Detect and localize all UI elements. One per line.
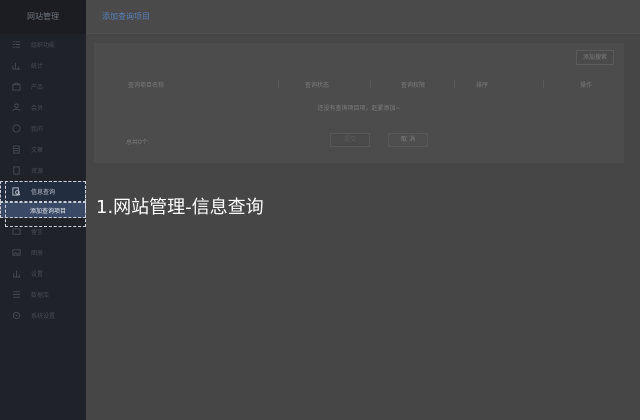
step-caption: 1.网站管理-信息查询 bbox=[96, 197, 264, 218]
sidebar-item-stats[interactable]: 统计 bbox=[0, 55, 86, 76]
file-icon bbox=[12, 166, 21, 175]
box-icon bbox=[12, 82, 21, 91]
column-header: 操作 bbox=[580, 82, 593, 89]
sidebar-item-gallery[interactable]: 图册 bbox=[0, 242, 86, 263]
sidebar-item-articles[interactable]: 文章 bbox=[0, 139, 86, 160]
page-title: 添加查询项目 bbox=[102, 12, 150, 21]
cancel-button[interactable]: 取 消 bbox=[388, 133, 428, 147]
sidebar: 网站管理 组织功能 统计 产品 会员 我的 文章 资源 信息查询 添加查询项目 … bbox=[0, 0, 86, 420]
sidebar-item-label: 设置 bbox=[31, 271, 44, 278]
sidebar-item-messages[interactable]: 留言 bbox=[0, 221, 86, 242]
list-icon bbox=[12, 40, 21, 49]
document-icon bbox=[12, 145, 21, 154]
column-header: 查询权限 bbox=[401, 82, 426, 89]
column-header: 排序 bbox=[476, 82, 489, 89]
sidebar-item-label: 图册 bbox=[31, 250, 44, 257]
sidebar-item-label: 产品 bbox=[31, 84, 44, 91]
sidebar-item-resources[interactable]: 资源 bbox=[0, 160, 86, 181]
sidebar-item-label: 组织功能 bbox=[31, 42, 56, 49]
column-divider bbox=[370, 80, 371, 88]
sidebar-item-members[interactable]: 会员 bbox=[0, 97, 86, 118]
users-icon bbox=[12, 103, 21, 112]
message-icon bbox=[12, 227, 21, 236]
column-divider bbox=[543, 80, 544, 88]
sidebar-item-products[interactable]: 产品 bbox=[0, 76, 86, 97]
sidebar-item-label: 系统设置 bbox=[31, 313, 56, 320]
column-header: 查询项目名称 bbox=[128, 82, 165, 89]
sidebar-item-system-settings[interactable]: 系统设置 bbox=[0, 305, 86, 326]
sidebar-item-database[interactable]: 数据库 bbox=[0, 284, 86, 305]
add-search-button[interactable]: 添加搜索 bbox=[575, 50, 614, 65]
sidebar-item-label: 统计 bbox=[31, 63, 44, 70]
database-icon bbox=[12, 290, 21, 299]
gear-icon bbox=[12, 311, 21, 320]
sidebar-item-label: 我的 bbox=[31, 126, 44, 133]
total-count: 总共0个 bbox=[126, 139, 148, 146]
sidebar-item-organization[interactable]: 组织功能 bbox=[0, 34, 86, 55]
empty-message: 还没有查询项目项，赶紧添加~ bbox=[317, 105, 401, 112]
sidebar-item-info-query[interactable]: 信息查询 bbox=[0, 181, 86, 202]
sidebar-item-label: 留言 bbox=[31, 229, 44, 236]
sidebar-item-label: 会员 bbox=[31, 105, 44, 112]
image-icon bbox=[12, 248, 21, 257]
query-panel: 添加搜索 查询项目名称 查询状态 查询权限 排序 操作 还没有查询项目项，赶紧添… bbox=[94, 43, 624, 163]
sidebar-item-label: 信息查询 bbox=[31, 189, 56, 196]
column-divider bbox=[454, 80, 455, 88]
sidebar-item-settings[interactable]: 设置 bbox=[0, 263, 86, 284]
search-doc-icon bbox=[12, 187, 21, 196]
chart-icon bbox=[12, 61, 21, 70]
user-circle-icon bbox=[12, 124, 21, 133]
bar-chart-icon bbox=[12, 269, 21, 278]
topbar: 添加查询项目 bbox=[86, 0, 640, 34]
table-header: 查询项目名称 查询状态 查询权限 排序 操作 bbox=[102, 77, 616, 91]
column-divider bbox=[278, 80, 279, 88]
sidebar-subitem-add-query-project[interactable]: 添加查询项目 bbox=[0, 202, 86, 218]
submit-button[interactable]: 提交 bbox=[330, 133, 370, 147]
sidebar-brand: 网站管理 bbox=[0, 0, 86, 34]
sidebar-nav: 组织功能 统计 产品 会员 我的 文章 资源 信息查询 添加查询项目 留言 图册… bbox=[0, 34, 86, 326]
sidebar-item-mine[interactable]: 我的 bbox=[0, 118, 86, 139]
app-root: 网站管理 组织功能 统计 产品 会员 我的 文章 资源 信息查询 添加查询项目 … bbox=[0, 0, 640, 420]
sidebar-item-label: 文章 bbox=[31, 147, 44, 154]
sidebar-item-label: 数据库 bbox=[31, 292, 50, 299]
sidebar-item-label: 资源 bbox=[31, 168, 44, 175]
column-header: 查询状态 bbox=[305, 82, 330, 89]
